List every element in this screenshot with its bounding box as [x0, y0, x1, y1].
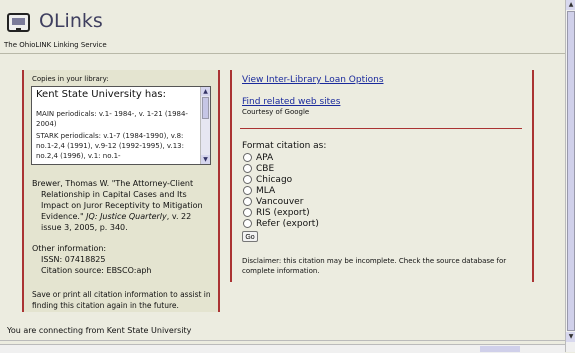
connecting-from: You are connecting from Kent State Unive… [7, 326, 192, 335]
format-label: APA [256, 152, 274, 163]
format-label: Vancouver [256, 196, 304, 207]
radio-icon[interactable] [243, 153, 252, 162]
citation-text-plain: , v. 22 [166, 212, 192, 221]
issn: ISSN: 07418825 [41, 255, 106, 264]
logo-text: OLinks [39, 10, 103, 32]
ill-link[interactable]: View Inter-Library Loan Options [242, 75, 384, 85]
hscroll-thumb[interactable] [480, 346, 520, 352]
radio-icon[interactable] [243, 186, 252, 195]
citation-text: Brewer, Thomas W. "The Attorney-Client R… [32, 178, 216, 233]
computer-logo-icon [7, 13, 30, 32]
go-button[interactable]: Go [242, 231, 258, 242]
format-option-apa[interactable]: APA [243, 152, 319, 163]
radio-icon[interactable] [243, 175, 252, 184]
scroll-up-icon[interactable]: ▲ [566, 0, 575, 10]
journal-title: JQ: Justice Quarterly [86, 212, 167, 221]
library-name: Kent State University has: [36, 89, 166, 100]
format-option-mla[interactable]: MLA [243, 185, 319, 196]
citation-text-plain: Evidence." [41, 212, 87, 221]
scroll-down-icon[interactable]: ▼ [201, 155, 210, 164]
footer-divider [0, 340, 565, 341]
format-option-cbe[interactable]: CBE [243, 163, 319, 174]
scroll-down-icon[interactable]: ▼ [566, 332, 575, 342]
tagline: The OhioLINK Linking Service [4, 41, 107, 49]
citation-source: Citation source: EBSCO:aph [41, 266, 152, 275]
holding-main: MAIN periodicals: v.1- 1984-, v. 1-21 (1… [36, 110, 188, 128]
citation-line: Brewer, Thomas W. "The Attorney-Client [32, 179, 194, 188]
citation-line: Impact on Juror Receptivity to Mitigatio… [41, 201, 203, 210]
format-option-ris[interactable]: RIS (export) [243, 207, 319, 218]
radio-icon[interactable] [243, 208, 252, 217]
citation-line: issue 3, 2005, p. 340. [41, 223, 128, 232]
scroll-thumb[interactable] [567, 11, 575, 331]
page-scrollbar[interactable]: ▲ ▼ [565, 0, 575, 352]
format-option-chicago[interactable]: Chicago [243, 174, 319, 185]
radio-icon[interactable] [243, 197, 252, 206]
format-label: Chicago [256, 174, 293, 185]
format-options: APA CBE Chicago MLA Vancouver RIS (expor… [243, 152, 319, 229]
citation-line: Evidence." JQ: Justice Quarterly, v. 22 [32, 211, 216, 222]
courtesy-text: Courtesy of Google [242, 108, 310, 116]
radio-icon[interactable] [243, 219, 252, 228]
format-label: MLA [256, 185, 276, 196]
panel-divider [240, 128, 522, 129]
format-title: Format citation as: [242, 141, 327, 151]
citation-line: Relationship in Capital Cases and Its [41, 190, 187, 199]
disclaimer: Disclaimer: this citation may be incompl… [242, 257, 507, 275]
scroll-up-icon[interactable]: ▲ [201, 87, 210, 96]
related-sites-link[interactable]: Find related web sites [242, 97, 340, 107]
format-label: RIS (export) [256, 207, 310, 218]
save-note: Save or print all citation information t… [32, 290, 211, 310]
library-panel: Copies in your library: Kent State Unive… [22, 70, 220, 312]
header-divider [0, 53, 575, 54]
other-info-label: Other information: [32, 244, 107, 253]
holdings-text: MAIN periodicals: v.1- 1984-, v. 1-21 (1… [36, 109, 196, 161]
holdings-box[interactable]: Kent State University has: MAIN periodic… [31, 86, 211, 165]
options-panel: View Inter-Library Loan Options Find rel… [230, 70, 534, 282]
format-label: Refer (export) [256, 218, 319, 229]
format-label: CBE [256, 163, 275, 174]
copies-label: Copies in your library: [32, 75, 109, 83]
holding-stark: STARK periodicals: v.1-7 (1984-1990), v.… [36, 132, 184, 160]
scroll-thumb[interactable] [202, 97, 209, 119]
format-option-vancouver[interactable]: Vancouver [243, 196, 319, 207]
other-info: Other information: ISSN: 07418825 Citati… [32, 243, 152, 276]
radio-icon[interactable] [243, 164, 252, 173]
holdings-scrollbar[interactable]: ▲ ▼ [200, 87, 210, 164]
format-option-refer[interactable]: Refer (export) [243, 218, 319, 229]
header: OLinks [0, 0, 575, 38]
